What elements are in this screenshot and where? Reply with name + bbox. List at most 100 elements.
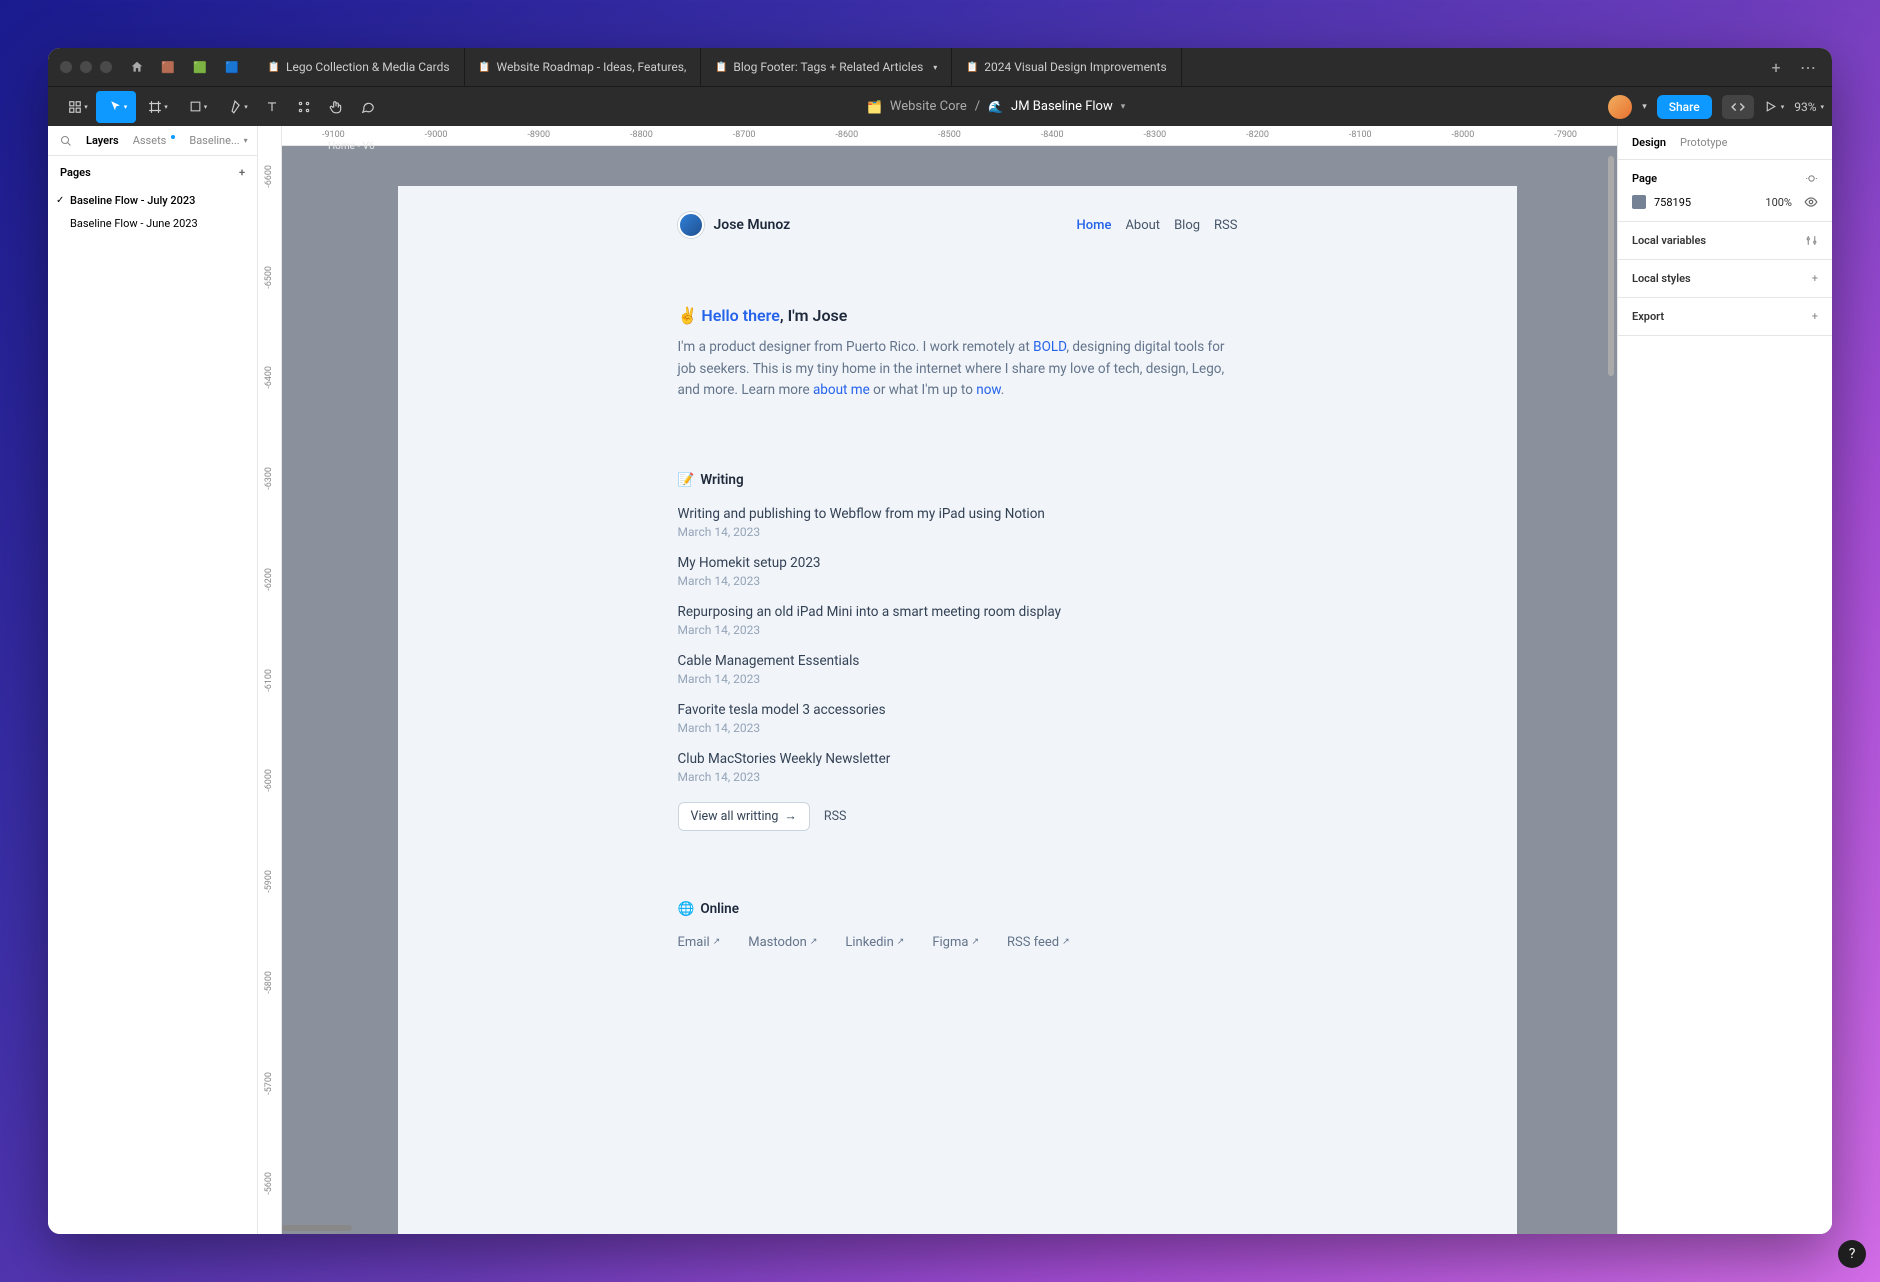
layers-tab[interactable]: Layers — [86, 134, 119, 147]
online-link[interactable]: Email ↗ — [678, 935, 721, 950]
recent-file-1[interactable]: 🟫 — [154, 56, 182, 78]
maximize-window[interactable] — [100, 61, 112, 73]
post-date: March 14, 2023 — [678, 721, 1238, 735]
nav-link-rss[interactable]: RSS — [1214, 218, 1237, 233]
design-frame[interactable]: Jose Munoz Home About Blog RSS ✌️Hello t… — [398, 186, 1517, 1234]
link-about-me[interactable]: about me — [813, 382, 870, 398]
post-title: Cable Management Essentials — [678, 653, 1238, 669]
add-page-button[interactable]: + — [239, 166, 245, 179]
shape-tool[interactable]: ▾ — [176, 91, 216, 123]
dev-mode-button[interactable] — [1722, 95, 1754, 119]
post-item[interactable]: Club MacStories Weekly NewsletterMarch 1… — [678, 751, 1238, 784]
tab-overflow-button[interactable]: ⋯ — [1796, 55, 1820, 79]
hero-title: ✌️Hello there, I'm Jose — [678, 306, 1238, 325]
canvas[interactable]: -9100 -9000 -8900 -8800 -8700 -8600 -850… — [258, 126, 1617, 1234]
file-tab-2[interactable]: 📋 Website Roadmap - Ideas, Features, — [465, 48, 702, 86]
view-all-button[interactable]: View all writting → — [678, 802, 810, 831]
hand-tool[interactable] — [320, 91, 352, 123]
pen-tool[interactable]: ▾ — [216, 91, 256, 123]
color-swatch[interactable] — [1632, 195, 1646, 209]
horizontal-scrollbar[interactable] — [282, 1225, 352, 1231]
external-link-icon: ↗ — [897, 937, 905, 947]
file-tab-label: Lego Collection & Media Cards — [286, 60, 450, 74]
post-item[interactable]: Writing and publishing to Webflow from m… — [678, 506, 1238, 539]
post-item[interactable]: Repurposing an old iPad Mini into a smar… — [678, 604, 1238, 637]
online-link[interactable]: Figma ↗ — [932, 935, 979, 950]
pages-label: Pages — [60, 166, 91, 179]
minimize-window[interactable] — [80, 61, 92, 73]
horizontal-ruler: -9100 -9000 -8900 -8800 -8700 -8600 -850… — [282, 126, 1617, 146]
breadcrumb[interactable]: 🗂️ Website Core / 🌊 JM Baseline Flow ▾ — [384, 99, 1608, 114]
post-item[interactable]: Favorite tesla model 3 accessoriesMarch … — [678, 702, 1238, 735]
chevron-down-icon: ▾ — [84, 103, 88, 111]
zoom-control[interactable]: 93% ▾ — [1794, 100, 1824, 114]
nav-link-about[interactable]: About — [1125, 218, 1160, 233]
online-link[interactable]: Linkedin ↗ — [845, 935, 904, 950]
frame-tool[interactable]: ▾ — [136, 91, 176, 123]
comment-tool[interactable] — [352, 91, 384, 123]
plus-icon[interactable]: + — [1812, 272, 1818, 285]
pages-section-header: Pages + — [48, 156, 257, 189]
close-window[interactable] — [60, 61, 72, 73]
move-tool[interactable]: ▾ — [96, 91, 136, 123]
main-menu-button[interactable]: ▾ — [56, 91, 96, 123]
brand-name: Jose Munoz — [714, 217, 791, 233]
nav-link-home[interactable]: Home — [1077, 218, 1112, 233]
view-all-label: View all writting — [691, 809, 779, 824]
ruler-tick: -8200 — [1206, 126, 1309, 145]
background-row[interactable]: 758195 100% — [1632, 195, 1818, 209]
home-tab[interactable] — [124, 54, 150, 80]
online-link[interactable]: RSS feed ↗ — [1007, 935, 1070, 950]
file-tab-label: 2024 Visual Design Improvements — [984, 60, 1166, 74]
prototype-tab[interactable]: Prototype — [1680, 136, 1727, 149]
link-now[interactable]: now — [976, 382, 1000, 398]
settings-icon[interactable] — [1805, 234, 1818, 247]
user-avatar[interactable] — [1608, 95, 1632, 119]
wave-emoji-icon: ✌️ — [678, 306, 698, 325]
file-tab-1[interactable]: 📋 Lego Collection & Media Cards — [254, 48, 465, 86]
external-link-icon: ↗ — [810, 937, 818, 947]
visibility-icon[interactable] — [1804, 195, 1818, 209]
local-styles-row[interactable]: Local styles + — [1618, 260, 1832, 298]
post-title: My Homekit setup 2023 — [678, 555, 1238, 571]
titlebar-actions: + ⋯ — [1764, 55, 1820, 79]
post-item[interactable]: Cable Management EssentialsMarch 14, 202… — [678, 653, 1238, 686]
frame-label[interactable]: Home - V6 — [328, 141, 375, 152]
im-jose-text: , I'm Jose — [780, 306, 847, 325]
recent-file-tabs: 🟫 🟩 🟦 — [154, 56, 246, 78]
link-bold[interactable]: BOLD — [1033, 339, 1066, 355]
local-variables-row[interactable]: Local variables — [1618, 222, 1832, 260]
search-icon[interactable] — [60, 135, 72, 147]
post-item[interactable]: My Homekit setup 2023March 14, 2023 — [678, 555, 1238, 588]
color-hex: 758195 — [1654, 196, 1691, 209]
online-link[interactable]: Mastodon ↗ — [748, 935, 817, 950]
nav-link-blog[interactable]: Blog — [1174, 218, 1200, 233]
text-tool[interactable] — [256, 91, 288, 123]
external-link-icon: ↗ — [971, 937, 979, 947]
recent-file-2[interactable]: 🟩 — [186, 56, 214, 78]
resources-tool[interactable] — [288, 91, 320, 123]
plus-icon[interactable]: + — [1812, 310, 1818, 323]
page-item[interactable]: Baseline Flow - July 2023 — [48, 189, 257, 212]
recent-file-3[interactable]: 🟦 — [218, 56, 246, 78]
file-tab-4[interactable]: 📋 2024 Visual Design Improvements — [952, 48, 1181, 86]
project-icon: 🗂️ — [867, 100, 882, 114]
present-button[interactable]: ▾ — [1764, 100, 1785, 113]
right-panel: Design Prototype Page 758195 100% — [1617, 126, 1832, 1234]
sun-icon[interactable] — [1805, 172, 1818, 185]
share-button[interactable]: Share — [1657, 95, 1712, 119]
writing-label: Writing — [700, 472, 743, 488]
vertical-scrollbar[interactable] — [1608, 156, 1614, 376]
page-item[interactable]: Baseline Flow - June 2023 — [48, 212, 257, 235]
file-name-tab[interactable]: Baseline... ▾ — [189, 134, 247, 147]
rss-link[interactable]: RSS — [824, 809, 847, 824]
local-styles-label: Local styles — [1632, 272, 1691, 285]
export-row[interactable]: Export + — [1618, 298, 1832, 336]
file-tab-3[interactable]: 📋 Blog Footer: Tags + Related Articles ▾ — [701, 48, 952, 86]
chevron-down-icon: ▾ — [1121, 102, 1126, 112]
assets-tab[interactable]: Assets — [133, 134, 176, 147]
design-tab[interactable]: Design — [1632, 136, 1666, 149]
new-tab-button[interactable]: + — [1764, 55, 1788, 79]
toolbar: ▾ ▾ ▾ ▾ ▾ — [48, 86, 1832, 126]
ruler-tick: -6400 — [258, 327, 281, 428]
